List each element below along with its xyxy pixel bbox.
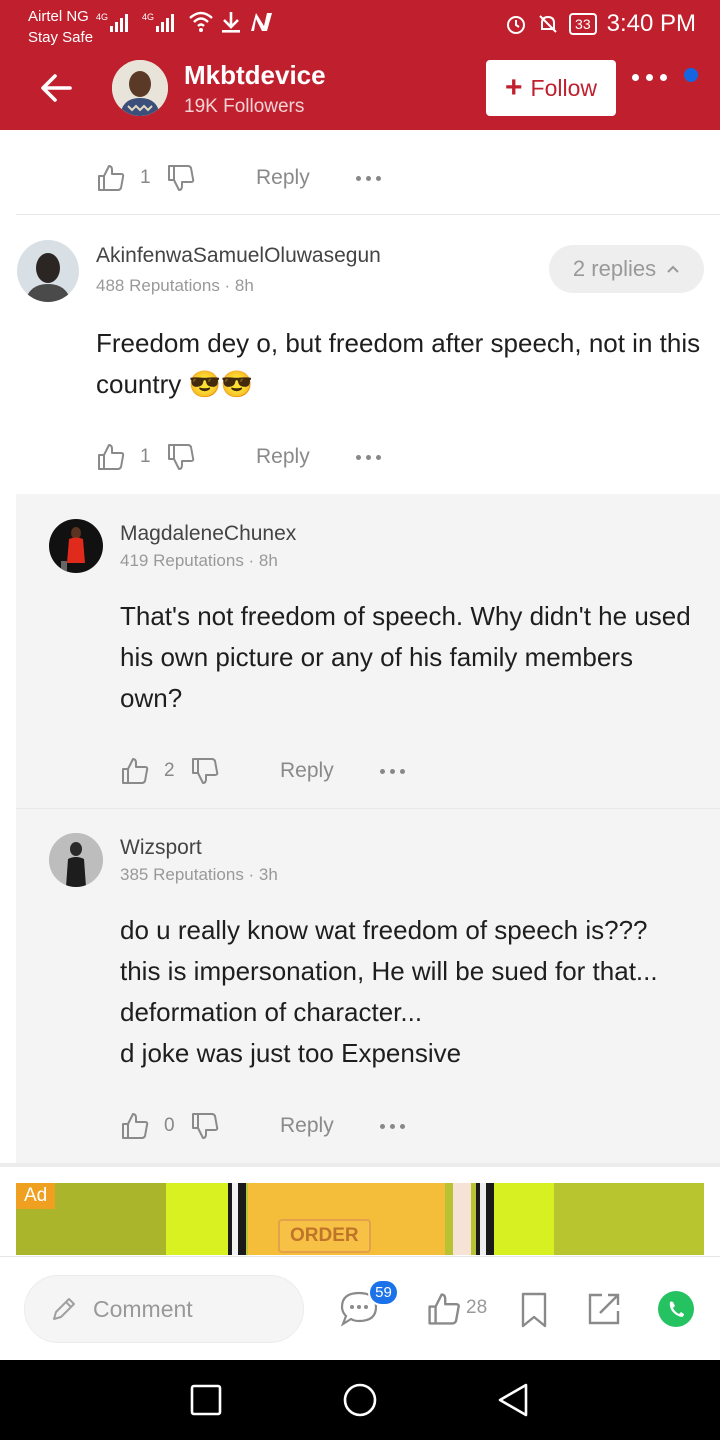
reply-meta: 385 Reputations · 3h [120,865,278,884]
commenter-name[interactable]: AkinfenwaSamuelOluwasegun [96,244,381,268]
circle-nav-icon[interactable] [342,1382,378,1418]
replies-label: 2 replies [572,256,657,281]
like-count: 2 [164,760,175,781]
thumbs-down-icon[interactable] [190,1111,220,1141]
reply-text: do u really know wat freedom of speech i… [120,910,710,1074]
follow-label: Follow [530,74,597,101]
reply-text-line: this is impersonation, He will be sued f… [120,956,658,986]
n-app-icon [251,13,272,31]
divider [16,808,720,809]
battery-indicator: 33 [569,13,597,35]
chevron-up-icon [667,265,679,273]
reply-author[interactable]: Wizsport [120,836,202,860]
back-arrow-icon[interactable] [36,68,76,108]
like-count: 1 [140,446,151,467]
svg-text:4G: 4G [96,12,108,22]
comment-placeholder: Comment [93,1295,193,1322]
follower-count: 19K Followers [184,96,305,117]
notification-dot [684,68,698,82]
triangle-back-nav-icon[interactable] [496,1382,530,1418]
status-icons: 4G 4G [96,10,274,34]
reply-text: That's not freedom of speech. Why didn't… [120,601,691,713]
share-icon[interactable] [586,1291,622,1327]
bell-off-icon [539,15,557,33]
reply-actions: 2 Reply [120,751,405,791]
follow-button[interactable]: + Follow [486,60,616,116]
replies-toggle[interactable]: 2 replies [549,245,704,293]
status-right: 33 3:40 PM [505,10,696,38]
more-options-icon[interactable] [355,175,381,181]
pencil-icon [53,1298,75,1320]
app-header: Airtel NG Stay Safe 4G 4G 33 3:40 PM Mkb… [0,0,720,130]
thumbs-up-icon[interactable] [96,163,126,193]
thumbs-up-icon[interactable] [96,442,126,472]
system-nav-bar [0,1360,720,1440]
reply-meta: 419 Reputations · 8h [120,551,278,570]
commenter-meta: 488 Reputations · 8h [96,276,254,295]
like-count: 1 [140,167,151,188]
ad-banner[interactable]: Ad ORDER [16,1183,704,1255]
commenter-avatar[interactable] [17,240,79,302]
alarm-icon [507,16,526,34]
signal-icon: 4G [96,12,128,32]
comment-text: Freedom dey o, but freedom after speech,… [96,328,701,399]
thumbs-up-icon[interactable] [120,756,150,786]
ad-separator [0,1163,720,1167]
reply-button[interactable]: Reply [256,445,310,469]
whatsapp-icon[interactable] [656,1289,696,1329]
more-dots-icon[interactable] [632,74,667,81]
download-icon [222,12,240,33]
reply-text-line: d joke was just too Expensive [120,1038,462,1068]
ad-badge: Ad [16,1183,56,1209]
comment-input[interactable]: Comment [24,1275,304,1343]
wifi-icon [189,11,213,32]
top-comment-actions: 1 Reply [96,158,381,198]
bookmark-icon[interactable] [520,1291,548,1329]
carrier-subtext: Stay Safe [28,29,94,46]
signal-icon-2: 4G [142,12,174,32]
like-count: 0 [164,1115,175,1136]
reply-avatar[interactable] [49,519,103,573]
more-options-icon[interactable] [355,454,381,460]
comment-actions: 1 Reply [96,437,381,477]
clock: 3:40 PM [606,10,696,37]
reply-text-line: do u really know wat freedom of speech i… [120,915,648,945]
carrier-name: Airtel NG [28,8,89,25]
more-options-icon[interactable] [379,1123,405,1129]
thumbs-down-icon[interactable] [190,756,220,786]
divider [16,214,720,215]
reply-button[interactable]: Reply [280,1114,334,1138]
reply-button[interactable]: Reply [280,759,334,783]
svg-text:4G: 4G [142,12,154,22]
thumbs-up-icon[interactable] [426,1291,462,1327]
thumbs-down-icon[interactable] [166,442,196,472]
author-name[interactable]: Mkbtdevice [184,60,326,91]
carrier-info: Airtel NG Stay Safe [28,6,93,48]
reply-actions: 0 Reply [120,1106,405,1146]
more-options-icon[interactable] [379,768,405,774]
reply-avatar[interactable] [49,833,103,887]
bottom-action-bar: Comment 59 28 [0,1256,720,1360]
reply-button[interactable]: Reply [256,166,310,190]
reply-text-line: deformation of character... [120,997,423,1027]
thumbs-down-icon[interactable] [166,163,196,193]
thumbs-up-icon[interactable] [120,1111,150,1141]
reply-author[interactable]: MagdaleneChunex [120,522,296,546]
like-count: 28 [466,1297,488,1318]
author-avatar[interactable] [112,60,168,116]
square-nav-icon[interactable] [190,1384,222,1416]
plus-icon: + [505,71,523,104]
comment-count-badge: 59 [368,1279,399,1306]
ad-order-button[interactable]: ORDER [278,1219,371,1253]
